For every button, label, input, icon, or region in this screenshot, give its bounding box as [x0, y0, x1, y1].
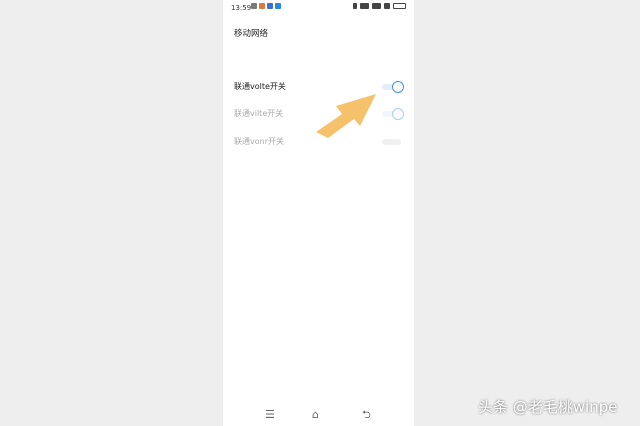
toggle-knob	[392, 108, 404, 120]
annotation-arrow	[316, 94, 376, 138]
app-notification-icon-2	[267, 3, 273, 9]
navigation-bar: ☰ ⌂ ⮌	[223, 404, 414, 426]
status-time: 13:59	[231, 4, 252, 12]
battery-icon	[393, 3, 406, 9]
signal-icon-2	[372, 3, 381, 9]
setting-label-volte: 联通volte开关	[234, 82, 286, 91]
app-notification-icon-3	[275, 3, 281, 9]
page-title: 移动网络	[234, 29, 269, 39]
wifi-icon	[384, 3, 390, 9]
toggle-track	[382, 139, 401, 145]
toggle-vonr[interactable]	[382, 136, 404, 148]
menu-icon[interactable]: ☰	[265, 409, 275, 420]
app-notification-icon	[259, 3, 265, 9]
setting-label-vilte: 联通vilte开关	[234, 109, 284, 118]
toggle-vilte[interactable]	[382, 108, 404, 120]
phone-screen: 13:59 移动网络 联通volte开关 联通vilte开关 联通vonr开关 …	[223, 0, 414, 426]
arrow-shape	[316, 94, 376, 138]
watermark: 头条 @老毛桃winpe	[478, 398, 618, 416]
toggle-volte[interactable]	[382, 81, 404, 93]
toggle-knob	[392, 81, 404, 93]
status-bar: 13:59	[223, 0, 414, 15]
setting-label-vonr: 联通vonr开关	[234, 137, 284, 146]
download-icon	[251, 3, 257, 9]
notification-icons	[251, 3, 281, 9]
bluetooth-icon	[353, 3, 357, 9]
home-icon[interactable]: ⌂	[312, 409, 319, 420]
system-status-icons	[353, 3, 406, 9]
signal-icon	[360, 3, 369, 9]
back-icon[interactable]: ⮌	[362, 409, 371, 420]
